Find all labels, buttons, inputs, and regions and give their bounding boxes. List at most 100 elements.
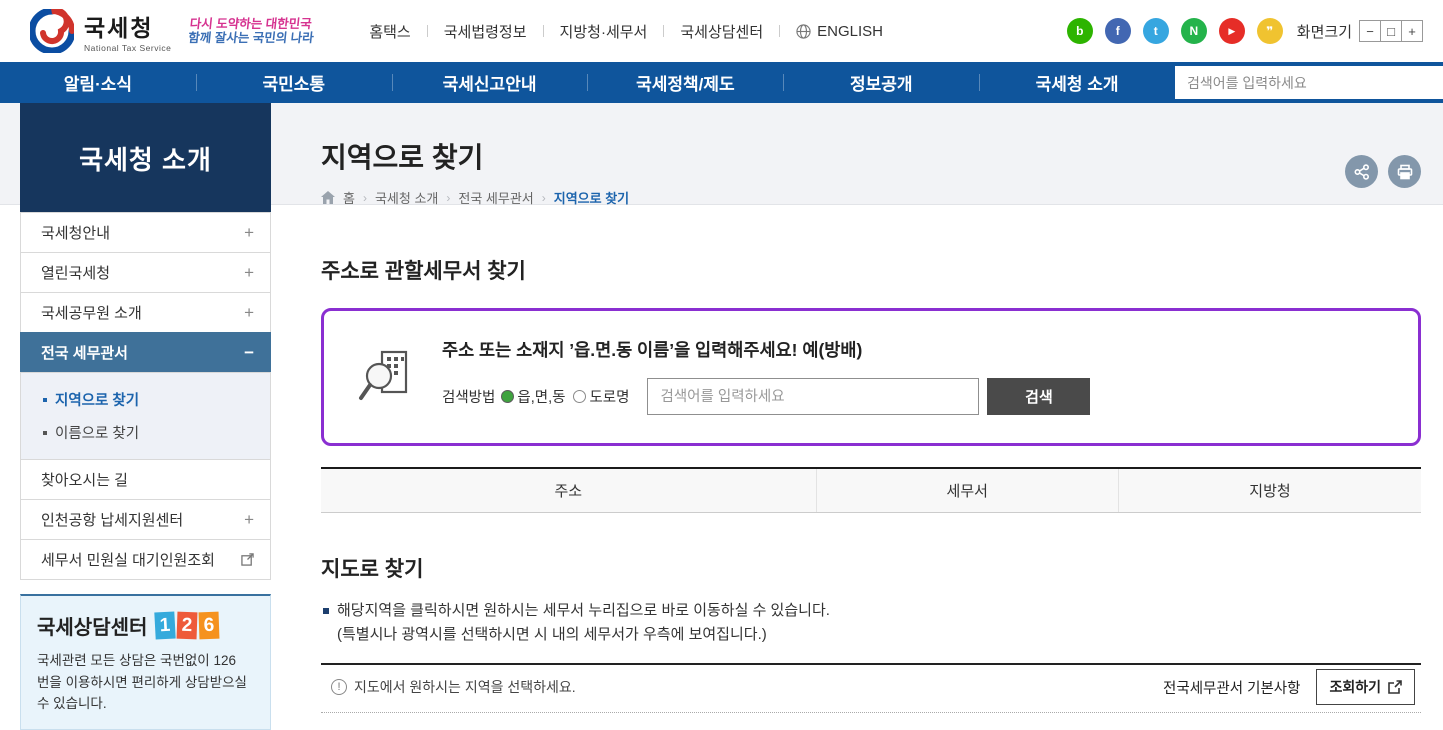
address-search-input[interactable] — [647, 378, 979, 415]
utility-link-regional-offices[interactable]: 지방청·세무서 — [544, 21, 664, 42]
call-center-banner[interactable]: 국세상담센터 1 2 6 국세관련 모든 상담은 국번없이 126 번을 이용하… — [20, 594, 271, 730]
sidebar-item-label: 인천공항 납세지원센터 — [41, 509, 183, 530]
sidebar-item-label: 찾아오시는 길 — [41, 469, 128, 490]
plus-icon: + — [244, 263, 254, 283]
twitter-icon[interactable]: t — [1143, 18, 1169, 44]
call-center-line2: 번을 이용하시면 편리하게 상담받으실 수 있습니다. — [37, 672, 254, 715]
naver-blog-icon[interactable]: b — [1067, 18, 1093, 44]
column-header-regional-office: 지방청 — [1119, 468, 1422, 512]
facebook-icon[interactable]: f — [1105, 18, 1131, 44]
sidebar-item-label: 전국 세무관서 — [41, 342, 128, 363]
digit-tile: 2 — [177, 612, 198, 640]
sidebar-item-open-nts[interactable]: 열린국세청 + — [20, 252, 271, 293]
sidebar-subitem-label: 지역으로 찾기 — [55, 389, 139, 410]
sidebar-item-label: 열린국세청 — [41, 262, 110, 283]
sidebar-item-nts-guide[interactable]: 국세청안내 + — [20, 212, 271, 253]
kakao-icon[interactable]: ❞ — [1257, 18, 1283, 44]
main-nav: 알림·소식 국민소통 국세신고안내 국세정책/제도 정보공개 국세청 소개 — [0, 62, 1443, 103]
nav-item-disclosure[interactable]: 정보공개 — [783, 62, 979, 103]
naver-post-icon[interactable]: N — [1181, 18, 1207, 44]
nav-item-communication[interactable]: 국민소통 — [196, 62, 392, 103]
youtube-icon[interactable]: ▶ — [1219, 18, 1245, 44]
top-header: 국세청 National Tax Service 다시 도약하는 대한민국 함께… — [0, 0, 1443, 62]
social-links: b f t N ▶ ❞ — [1067, 18, 1283, 44]
breadcrumb-tax-offices[interactable]: 전국 세무관서 — [458, 188, 533, 207]
external-link-icon — [241, 553, 254, 566]
page-title: 지역으로 찾기 — [321, 103, 1421, 176]
radio-option-eup-myeon-dong[interactable]: 읍,면,동 — [501, 386, 565, 407]
global-search-box — [1175, 66, 1443, 99]
info-icon: ! — [331, 679, 347, 695]
sidebar-subitem-find-by-name[interactable]: 이름으로 찾기 — [21, 416, 270, 449]
global-search-input[interactable] — [1175, 66, 1443, 99]
print-button[interactable] — [1388, 155, 1421, 188]
plus-icon: + — [244, 303, 254, 323]
utility-link-hometax[interactable]: 홈택스 — [353, 21, 426, 42]
address-search-box: 주소 또는 소재지 ’읍.면.동 이름’을 입력해주세요! 예(방배) 검색방법… — [321, 308, 1421, 446]
slogan-line1: 다시 도약하는 대한민국 — [189, 17, 331, 31]
plus-icon: + — [244, 223, 254, 243]
plus-icon: + — [244, 510, 254, 530]
slogan-line2: 함께 잘사는 국민의 나라 — [188, 31, 330, 45]
search-method-label: 검색방법 — [442, 386, 495, 407]
sidebar-item-label: 국세공무원 소개 — [41, 302, 142, 323]
slogan-banner: 다시 도약하는 대한민국 함께 잘사는 국민의 나라 — [188, 17, 331, 46]
nts-logo[interactable]: 국세청 National Tax Service — [30, 9, 171, 53]
screen-size-label: 화면크기 — [1297, 21, 1352, 42]
call-center-line1: 국세관련 모든 상담은 국번없이 126 — [37, 650, 254, 672]
sidebar-item-waiting-count-lookup[interactable]: 세무서 민원실 대기인원조회 — [20, 539, 271, 580]
radio-label: 도로명 — [589, 386, 629, 407]
breadcrumb-about-nts[interactable]: 국세청 소개 — [375, 188, 438, 207]
digit-tile: 6 — [199, 612, 220, 640]
nav-item-tax-policy[interactable]: 국세정책/제도 — [587, 62, 783, 103]
sidebar-item-nationwide-tax-offices[interactable]: 전국 세무관서 − — [20, 332, 271, 373]
utility-link-law-info[interactable]: 국세법령정보 — [428, 21, 543, 42]
sidebar-item-label: 국세청안내 — [41, 222, 110, 243]
address-search-button[interactable]: 검색 — [987, 378, 1090, 415]
sidebar-submenu: 지역으로 찾기 이름으로 찾기 — [20, 372, 271, 460]
utility-link-call-center[interactable]: 국세상담센터 — [664, 21, 779, 42]
main-content: 지역으로 찾기 홈 › 국세청 소개 › 전국 세무관서 › 지역으로 찾기 — [321, 103, 1421, 713]
sidebar-item-officials-intro[interactable]: 국세공무원 소개 + — [20, 292, 271, 333]
breadcrumb-home[interactable]: 홈 — [343, 188, 355, 207]
nav-item-news[interactable]: 알림·소식 — [0, 62, 196, 103]
globe-icon — [796, 24, 811, 39]
radio-unchecked-icon[interactable] — [573, 390, 586, 403]
font-increase-button[interactable]: + — [1401, 20, 1423, 42]
sidebar-subitem-find-by-region[interactable]: 지역으로 찾기 — [21, 383, 270, 416]
nts-logo-icon — [30, 9, 74, 53]
nav-item-about-nts[interactable]: 국세청 소개 — [979, 62, 1175, 103]
share-icon — [1354, 164, 1370, 180]
map-search-description: 해당지역을 클릭하시면 원하시는 세무서 누리집으로 바로 이동하실 수 있습니… — [321, 599, 1421, 647]
screen-size-control: 화면크기 − □ + — [1297, 20, 1423, 42]
sidebar-item-label: 세무서 민원실 대기인원조회 — [41, 549, 215, 570]
nav-item-tax-filing-guide[interactable]: 국세신고안내 — [392, 62, 588, 103]
logo-title: 국세청 — [84, 9, 171, 43]
print-icon — [1397, 164, 1413, 180]
map-bullet-line1: 해당지역을 클릭하시면 원하시는 세무서 누리집으로 바로 이동하실 수 있습니… — [337, 599, 830, 623]
call-center-title: 국세상담센터 — [37, 611, 147, 640]
chevron-right-icon: › — [363, 191, 367, 205]
bullet-icon — [43, 398, 47, 402]
font-decrease-button[interactable]: − — [1359, 20, 1381, 42]
map-bullet-line2: (특별시나 광역시를 선택하시면 시 내의 세무서가 우측에 보여집니다.) — [321, 623, 1421, 647]
radio-checked-icon[interactable] — [501, 390, 514, 403]
font-reset-button[interactable]: □ — [1380, 20, 1402, 42]
address-search-heading: 주소로 관할세무서 찾기 — [321, 255, 1421, 285]
sidebar: 국세청 소개 국세청안내 + 열린국세청 + 국세공무원 소개 + 전국 세무관… — [20, 103, 271, 730]
share-button[interactable] — [1345, 155, 1378, 188]
sidebar-item-directions[interactable]: 찾아오시는 길 — [20, 459, 271, 500]
column-header-address: 주소 — [321, 468, 816, 512]
map-search-heading: 지도로 찾기 — [321, 553, 1421, 583]
lookup-button[interactable]: 조회하기 — [1316, 669, 1415, 705]
lookup-button-label: 조회하기 — [1329, 677, 1381, 697]
sidebar-item-incheon-airport-center[interactable]: 인천공항 납세지원센터 + — [20, 499, 271, 540]
map-info-bar: ! 지도에서 원하시는 지역을 선택하세요. 전국세무관서 기본사항 조회하기 — [321, 663, 1421, 713]
utility-link-english[interactable]: ENGLISH — [780, 23, 899, 40]
digit-tile: 1 — [155, 611, 176, 639]
address-search-notice: 주소 또는 소재지 ’읍.면.동 이름’을 입력해주세요! 예(방배) — [442, 337, 1398, 362]
call-center-number: 1 2 6 — [155, 612, 219, 639]
radio-option-road-name[interactable]: 도로명 — [573, 386, 629, 407]
building-search-icon — [358, 348, 416, 404]
column-header-tax-office: 세무서 — [816, 468, 1119, 512]
